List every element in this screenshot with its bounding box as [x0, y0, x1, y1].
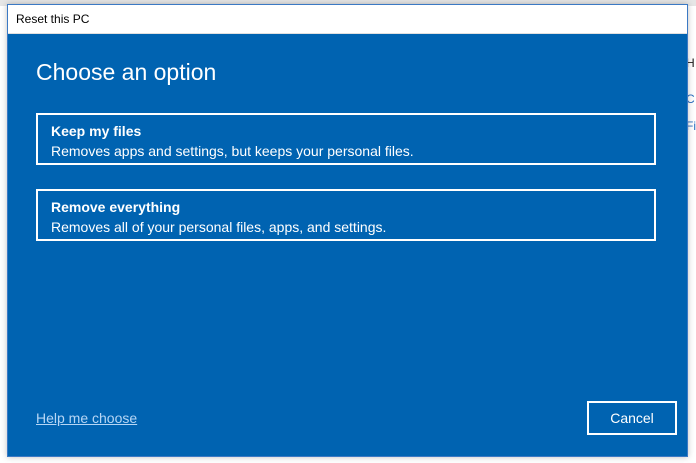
page-title: Choose an option	[36, 59, 217, 85]
option-description: Removes all of your personal files, apps…	[51, 219, 387, 235]
reset-pc-dialog: Reset this PC Choose an option Keep my f…	[7, 4, 688, 457]
option-description: Removes apps and settings, but keeps you…	[51, 143, 414, 159]
option-title: Remove everything	[51, 199, 181, 215]
cancel-button[interactable]: Cancel	[587, 401, 677, 435]
screen: H C Fi Reset this PC Choose an option Ke…	[0, 0, 696, 463]
dialog-title: Reset this PC	[16, 12, 90, 26]
option-title: Keep my files	[51, 123, 142, 139]
help-me-choose-link[interactable]: Help me choose	[36, 410, 137, 426]
keep-my-files-option[interactable]: Keep my files Removes apps and settings,…	[36, 113, 656, 165]
remove-everything-option[interactable]: Remove everything Removes all of your pe…	[36, 189, 656, 241]
dialog-titlebar[interactable]: Reset this PC	[8, 5, 687, 34]
